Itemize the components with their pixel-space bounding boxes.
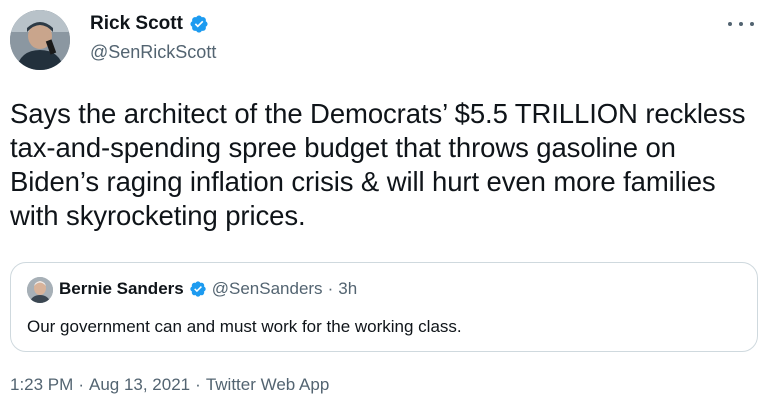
quoted-tweet[interactable]: Bernie Sanders @SenSanders · 3h Our gove… <box>10 262 758 352</box>
quoted-header: Bernie Sanders @SenSanders · 3h <box>59 279 357 299</box>
quoted-text: Our government can and must work for the… <box>27 317 462 336</box>
dot <box>728 22 732 26</box>
tweet-time[interactable]: 1:23 PM <box>10 375 73 395</box>
dot <box>739 22 743 26</box>
author-name-row: Rick Scott <box>90 13 209 35</box>
tweet-source[interactable]: Twitter Web App <box>206 375 329 395</box>
tweet-text: Says the architect of the Democrats’ $5.… <box>10 98 746 231</box>
author-avatar[interactable] <box>10 10 70 70</box>
more-options-icon[interactable] <box>728 14 754 34</box>
quoted-avatar <box>27 277 53 303</box>
separator: · <box>195 375 201 394</box>
quoted-timestamp: 3h <box>338 279 358 298</box>
tweet-metadata: 1:23 PM · Aug 13, 2021 · Twitter Web App <box>10 375 329 395</box>
quoted-handle: @SenSanders <box>211 279 323 298</box>
quoted-name: Bernie Sanders <box>59 279 184 298</box>
avatar-image <box>10 10 70 70</box>
verified-badge-icon <box>190 15 208 33</box>
tweet-date[interactable]: Aug 13, 2021 <box>89 375 190 395</box>
separator: · <box>327 279 334 298</box>
dot <box>750 22 754 26</box>
separator: · <box>78 375 84 394</box>
author-name[interactable]: Rick Scott <box>90 13 183 35</box>
verified-badge-icon <box>190 281 206 297</box>
author-handle[interactable]: @SenRickScott <box>90 42 216 63</box>
quoted-avatar-image <box>27 277 53 303</box>
